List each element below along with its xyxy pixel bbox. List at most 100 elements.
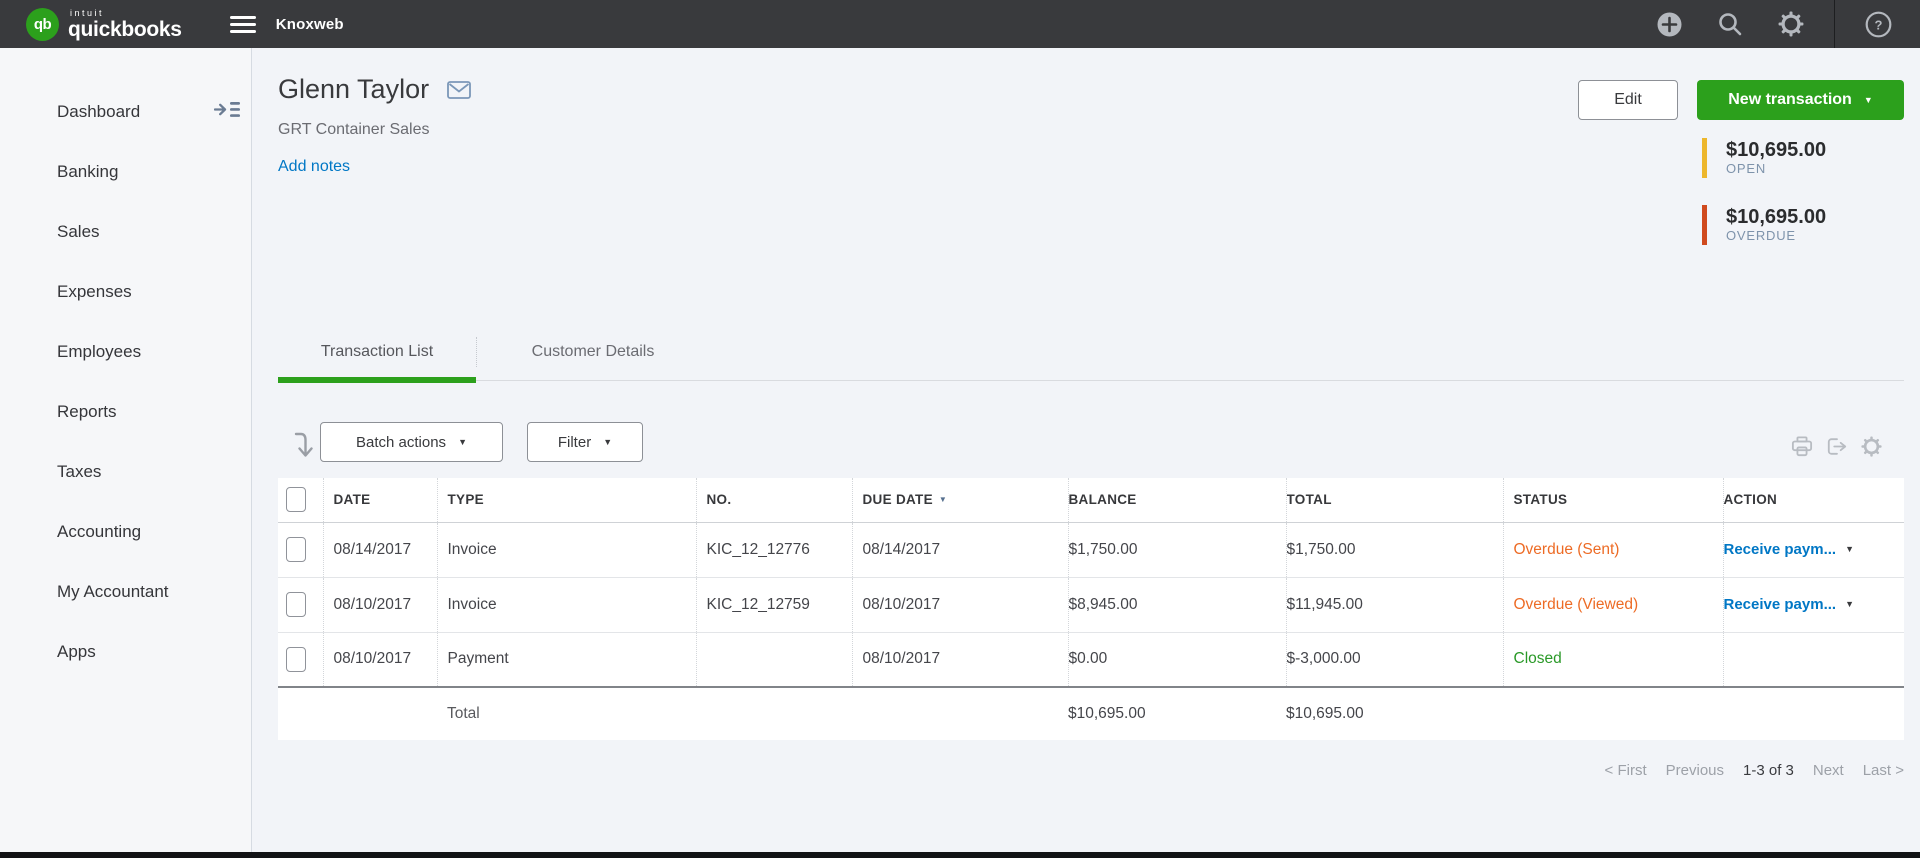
receive-payment-link[interactable]: Receive paym... (1724, 541, 1836, 558)
pagination: < First Previous 1-3 of 3 Next Last > (1605, 762, 1904, 779)
sort-arrow-icon[interactable] (293, 431, 313, 466)
filter-button[interactable]: Filter ▼ (527, 422, 643, 462)
row-checkbox[interactable] (286, 646, 306, 672)
batch-actions-button[interactable]: Batch actions ▼ (320, 422, 503, 462)
cell-no: KIC_12_12776 (695, 522, 852, 578)
column-header-status[interactable]: STATUS (1502, 478, 1723, 523)
company-name: Knoxweb (275, 15, 344, 33)
status-badge: Overdue (Sent) (1513, 540, 1620, 558)
receive-payment-link[interactable]: Receive paym... (1724, 596, 1836, 613)
open-label: OPEN (1726, 161, 1767, 176)
quickbooks-customer-page: qb intuit quickbooks Knoxweb ? Dashboard… (0, 0, 1920, 858)
chevron-down-icon: ▼ (1863, 94, 1873, 105)
row-checkbox[interactable] (286, 537, 306, 562)
select-all-cell (278, 478, 323, 523)
pagination-range: 1-3 of 3 (1743, 762, 1794, 779)
column-header-balance[interactable]: BALANCE (1067, 478, 1286, 523)
tab-transaction-list[interactable]: Transaction List (278, 333, 476, 371)
hamburger-menu-icon[interactable] (229, 15, 256, 33)
column-header-no[interactable]: NO. (695, 478, 852, 523)
chevron-down-icon: ▼ (603, 436, 613, 447)
customer-header: Glenn Taylor (278, 74, 471, 105)
cell-total: $1,750.00 (1285, 522, 1503, 578)
sidebar-item-sales[interactable]: Sales (0, 202, 251, 262)
overdue-amount: $10,695.00 (1726, 206, 1827, 228)
sidebar-item-banking[interactable]: Banking (0, 142, 251, 202)
sidebar-item-reports[interactable]: Reports (0, 382, 251, 442)
sidebar-item-accounting[interactable]: Accounting (0, 502, 251, 562)
column-header-due-date[interactable]: DUE DATE ▼ (851, 478, 1068, 523)
main-content: Glenn Taylor GRT Container Sales Add not… (252, 48, 1920, 852)
cell-date: 08/10/2017 (322, 577, 437, 633)
column-header-type[interactable]: TYPE (436, 478, 696, 523)
cell-type: Invoice (436, 522, 696, 578)
search-icon[interactable] (1716, 10, 1744, 38)
cell-status: Closed (1502, 632, 1723, 688)
sidebar-item-my-accountant[interactable]: My Accountant (0, 562, 251, 622)
tab-customer-details[interactable]: Customer Details (477, 333, 709, 371)
cell-due-date: 08/14/2017 (851, 522, 1068, 578)
row-checkbox[interactable] (286, 592, 306, 617)
cell-balance: $1,750.00 (1067, 522, 1286, 578)
column-header-total[interactable]: TOTAL (1285, 478, 1503, 523)
add-notes-link[interactable]: Add notes (278, 158, 350, 176)
table-settings-gear-icon[interactable] (1861, 436, 1882, 457)
topbar-actions: ? (1655, 0, 1892, 48)
pagination-next[interactable]: Next (1813, 762, 1844, 779)
customer-company: GRT Container Sales (278, 121, 430, 138)
export-icon[interactable] (1826, 436, 1848, 457)
sidebar-item-apps[interactable]: Apps (0, 622, 251, 682)
pagination-first[interactable]: < First (1605, 762, 1647, 779)
total-row: Total $10,695.00 $10,695.00 (278, 686, 1904, 740)
sidebar-item-employees[interactable]: Employees (0, 322, 251, 382)
column-header-action[interactable]: ACTION (1722, 478, 1904, 523)
cell-due-date: 08/10/2017 (851, 632, 1068, 688)
transaction-table: DATE TYPE NO. DUE DATE ▼ BALANCE TOTAL ST… (278, 478, 1904, 740)
collapse-sidebar-icon[interactable] (213, 100, 241, 124)
gear-icon[interactable] (1777, 10, 1805, 38)
help-icon[interactable]: ? (1864, 10, 1892, 38)
quickbooks-logo[interactable]: qb intuit quickbooks (26, 7, 182, 41)
total-total: $10,695.00 (1286, 686, 1503, 740)
cell-action: Receive paym... ▼ (1722, 522, 1904, 578)
new-transaction-button[interactable]: New transaction ▼ (1697, 80, 1904, 120)
overdue-label: OVERDUE (1726, 228, 1796, 243)
cell-no: KIC_12_12759 (695, 577, 852, 633)
overdue-summary: $10,695.00 OVERDUE (1702, 205, 1826, 245)
column-header-date[interactable]: DATE (322, 478, 437, 523)
chevron-down-icon[interactable]: ▼ (1845, 599, 1854, 609)
total-label: Total (437, 686, 696, 740)
create-plus-icon[interactable] (1655, 10, 1683, 38)
total-balance: $10,695.00 (1068, 686, 1286, 740)
sidebar-item-expenses[interactable]: Expenses (0, 262, 251, 322)
pagination-previous[interactable]: Previous (1666, 762, 1724, 779)
print-icon[interactable] (1791, 436, 1813, 457)
top-bar: qb intuit quickbooks Knoxweb ? (0, 0, 1920, 48)
cell-no (695, 632, 852, 688)
quickbooks-label: quickbooks (68, 17, 182, 41)
edit-button[interactable]: Edit (1578, 80, 1678, 120)
chevron-down-icon[interactable]: ▼ (1845, 544, 1854, 554)
tab-bar: Transaction List Customer Details (278, 333, 1904, 385)
cell-date: 08/10/2017 (322, 632, 437, 688)
status-badge: Closed (1513, 650, 1562, 668)
bottom-bar (0, 852, 1920, 858)
cell-total: $11,945.00 (1285, 577, 1503, 633)
balance-summary: $10,695.00 OPEN $10,695.00 OVERDUE (1702, 138, 1826, 245)
pagination-last[interactable]: Last > (1863, 762, 1904, 779)
sidebar-item-taxes[interactable]: Taxes (0, 442, 251, 502)
sort-descending-icon: ▼ (938, 495, 948, 505)
cell-action: Receive paym... ▼ (1722, 577, 1904, 633)
email-icon[interactable] (447, 80, 471, 99)
cell-total: $-3,000.00 (1285, 632, 1503, 688)
active-tab-underline (278, 377, 476, 383)
cell-type: Payment (436, 632, 696, 688)
cell-due-date: 08/10/2017 (851, 577, 1068, 633)
cell-date: 08/14/2017 (322, 522, 437, 578)
select-all-checkbox[interactable] (286, 487, 306, 513)
cell-type: Invoice (436, 577, 696, 633)
table-row: 08/10/2017 Invoice KIC_12_12759 08/10/20… (278, 577, 1904, 633)
table-tools (1791, 436, 1882, 457)
cell-action: ▼ (1722, 632, 1904, 688)
qb-monogram-icon: qb (26, 7, 59, 41)
